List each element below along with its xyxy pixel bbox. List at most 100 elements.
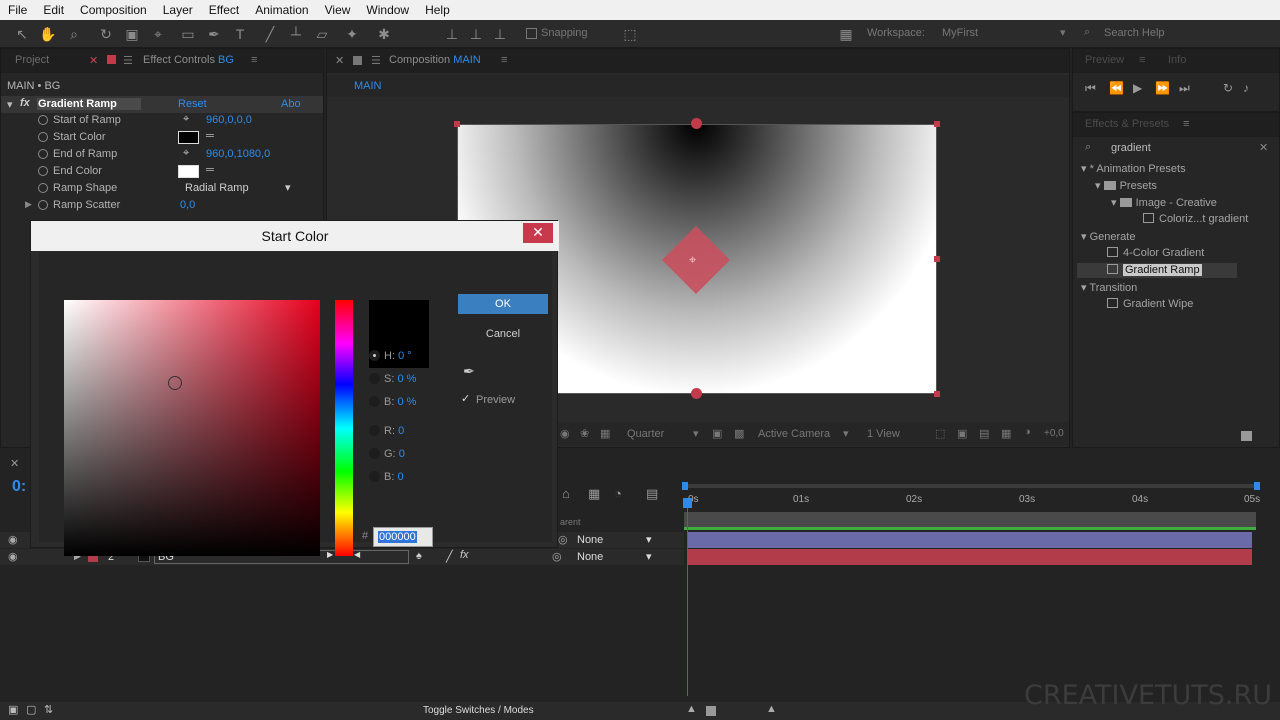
chevron-down-icon[interactable]: ▾ [285, 181, 291, 194]
chevron-down-icon[interactable]: ▾ [646, 550, 652, 563]
stopwatch-icon[interactable] [38, 166, 48, 176]
exposure-value[interactable]: +0,0 [1044, 428, 1064, 439]
anchor-crosshair-icon[interactable]: ⌖ [689, 252, 696, 268]
work-area-end-handle[interactable] [1254, 482, 1260, 490]
snapping-checkbox[interactable] [526, 28, 537, 39]
clear-search-icon[interactable]: ✕ [1259, 141, 1268, 154]
views-select[interactable]: 1 View [867, 428, 900, 440]
start-color-swatch[interactable] [178, 131, 199, 144]
stopwatch-icon[interactable] [38, 200, 48, 210]
expand-arrow-icon[interactable]: ▾ [1111, 197, 1117, 209]
type-tool-icon[interactable]: T [230, 24, 250, 44]
pen-tool-icon[interactable]: ✒ [204, 24, 224, 44]
eraser-tool-icon[interactable]: ▱ [312, 24, 332, 44]
tree-animation-presets[interactable]: ▾ * Animation Presets [1081, 162, 1186, 175]
menu-layer[interactable]: Layer [155, 3, 201, 17]
layer-bar-1[interactable] [688, 532, 1252, 548]
preview-checkbox[interactable]: ✓ [461, 392, 470, 405]
tree-4-color-gradient[interactable]: 4-Color Gradient [1107, 247, 1204, 259]
crosshair-icon[interactable]: ⌖ [183, 147, 189, 160]
dialog-close-button[interactable]: ✕ [523, 223, 553, 243]
in-out-icon[interactable]: ⇅ [44, 703, 53, 716]
clone-stamp-tool-icon[interactable]: ┴ [286, 24, 306, 44]
puppet-tool-icon[interactable]: ✱ [374, 24, 394, 44]
tree-transition[interactable]: ▾ Transition [1081, 281, 1137, 294]
green-radio[interactable] [369, 448, 380, 459]
end-color-swatch[interactable] [178, 165, 199, 178]
stopwatch-icon[interactable] [38, 115, 48, 125]
play-icon[interactable]: ▶ [1133, 81, 1142, 95]
expand-arrow-icon[interactable]: ▾ [1095, 180, 1101, 192]
snapshot-icon[interactable]: ◉ [560, 427, 570, 440]
end-of-ramp-point[interactable] [691, 388, 702, 399]
eyedropper-icon[interactable]: ✒ [463, 363, 475, 380]
effect-header-row[interactable]: ▾ fx Gradient Ramp Reset Abo [1, 96, 323, 113]
tab-project[interactable]: Project [15, 54, 49, 66]
expand-arrow-icon[interactable]: ▾ [1081, 231, 1087, 243]
new-folder-icon[interactable] [1241, 431, 1252, 441]
cancel-button[interactable]: Cancel [458, 324, 548, 344]
layer-handle[interactable] [934, 391, 940, 397]
axis-world-icon[interactable]: ⊥ [466, 24, 486, 44]
layer-handle[interactable] [934, 121, 940, 127]
crosshair-icon[interactable]: ⌖ [183, 113, 189, 126]
green-value[interactable]: 0 [399, 448, 405, 460]
toggle-pixel-icon[interactable]: ⬚ [935, 427, 945, 440]
snap-options-icon[interactable]: ⬚ [620, 24, 640, 44]
tree-colorize-gradient[interactable]: Coloriz...t gradient [1143, 213, 1248, 225]
axis-local-icon[interactable]: ⊥ [442, 24, 462, 44]
menu-effect[interactable]: Effect [201, 3, 247, 17]
comp-markers-icon[interactable]: ▦ [588, 486, 600, 502]
workspace-select[interactable]: MyFirst [942, 27, 978, 39]
close-icon[interactable]: ✕ [10, 457, 19, 470]
lock-icon[interactable]: ☰ [371, 54, 381, 67]
rotate-tool-icon[interactable]: ↻ [96, 24, 116, 44]
motion-blur-icon[interactable]: ◔ [614, 486, 622, 501]
lock-icon[interactable]: ☰ [123, 54, 133, 67]
panel-menu-icon[interactable]: ≡ [251, 54, 257, 66]
hue-slider-right-arrow[interactable]: ◀ [354, 550, 360, 559]
brush-tool-icon[interactable]: ╱ [260, 24, 280, 44]
visibility-eye-icon[interactable]: ◉ [8, 550, 18, 563]
next-frame-icon[interactable]: ⏩ [1155, 81, 1170, 95]
search-help-input[interactable]: Search Help [1104, 27, 1165, 39]
flowchart-icon[interactable]: ▦ [1001, 427, 1011, 440]
work-area-bar[interactable] [684, 484, 1260, 488]
channel-icon[interactable]: ❀ [580, 427, 589, 440]
work-area-range[interactable] [684, 512, 1256, 528]
visibility-eye-icon[interactable]: ◉ [8, 533, 18, 546]
fx-switch-icon[interactable]: fx [460, 549, 469, 561]
hex-input[interactable]: 000000 [373, 527, 433, 547]
parent-select[interactable]: None [577, 551, 603, 563]
expand-arrow-icon[interactable]: ▾ [1081, 282, 1087, 294]
quality-icon[interactable]: ╱ [446, 550, 453, 563]
work-area-start-handle[interactable] [682, 482, 688, 490]
exposure-icon[interactable]: ◑ [1024, 426, 1031, 438]
hue-value[interactable]: 0 ° [398, 350, 412, 362]
zoom-tool-icon[interactable]: ⌕ [64, 24, 84, 44]
saturation-brightness-field[interactable] [64, 300, 320, 556]
chevron-down-icon[interactable]: ▾ [693, 427, 699, 440]
layer-handle[interactable] [454, 121, 460, 127]
red-value[interactable]: 0 [398, 425, 404, 437]
roto-brush-tool-icon[interactable]: ✦ [342, 24, 362, 44]
menu-file[interactable]: File [0, 3, 35, 17]
menu-help[interactable]: Help [417, 3, 458, 17]
rectangle-tool-icon[interactable]: ▭ [178, 24, 198, 44]
draft-3d-icon[interactable]: ⌂ [562, 486, 570, 501]
ok-button[interactable]: OK [458, 294, 548, 314]
graph-editor-icon[interactable]: ▤ [646, 486, 658, 502]
menu-view[interactable]: View [317, 3, 359, 17]
hand-tool-icon[interactable]: ✋ [38, 24, 58, 44]
zoom-slider[interactable] [706, 706, 716, 716]
brightness-value[interactable]: 0 % [397, 396, 416, 408]
mute-icon[interactable]: ♪ [1243, 81, 1249, 95]
eyedropper-icon[interactable]: ═ [206, 130, 214, 142]
about-link[interactable]: Abo [281, 98, 301, 110]
tab-effect-controls[interactable]: Effect Controls BG [143, 54, 234, 66]
reset-link[interactable]: Reset [178, 98, 207, 110]
close-icon[interactable]: ✕ [89, 54, 98, 67]
resolution-select[interactable]: Quarter [627, 428, 664, 440]
hue-radio[interactable] [369, 350, 380, 361]
tab-preview[interactable]: Preview [1085, 54, 1124, 66]
